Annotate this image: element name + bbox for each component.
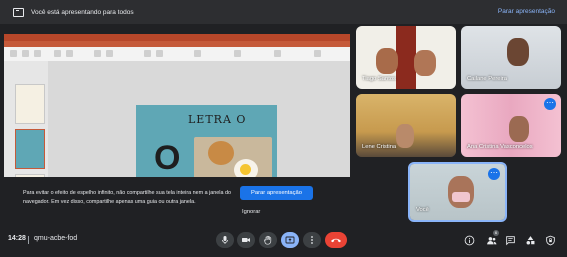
slide-thumbnail-selected [15, 129, 45, 169]
people-count-badge: 6 [493, 230, 499, 236]
camera-icon [242, 238, 250, 242]
divider [28, 236, 29, 244]
stop-presenting-button[interactable]: Parar apresentação [240, 186, 313, 200]
raise-hand-button[interactable] [259, 232, 277, 248]
slide-big-letter: O [154, 139, 181, 177]
participant-name: Tiago Santos [362, 76, 396, 82]
powerpoint-title-bar [4, 34, 350, 41]
slide-thumbnail [15, 84, 45, 124]
host-controls-button[interactable] [544, 234, 556, 246]
shield-lock-icon [545, 235, 555, 245]
activities-button[interactable] [524, 234, 536, 246]
self-view-tile[interactable]: ⋯ Você [408, 162, 507, 222]
presenting-message: Você está apresentando para todos [31, 8, 134, 16]
present-button[interactable] [281, 232, 299, 248]
present-screen-icon [285, 236, 295, 244]
mirror-warning-text: Para evitar o efeito de espelho infinito… [23, 190, 231, 205]
participant-face [376, 48, 398, 74]
info-icon [464, 235, 474, 245]
more-options-icon[interactable]: ⋯ [488, 168, 500, 180]
participant-tile[interactable]: Tiago Santos [356, 26, 456, 89]
participant-face [396, 124, 414, 148]
more-options-icon[interactable]: ⋯ [544, 98, 556, 110]
participant-tile[interactable]: Lene Cristina [356, 94, 456, 157]
leave-call-button[interactable] [325, 232, 347, 248]
meeting-details-button[interactable] [463, 234, 475, 246]
mirror-warning-panel: Para evitar o efeito de espelho infinito… [4, 177, 350, 216]
slide-title: LETRA O [188, 113, 247, 126]
participant-name: Você [416, 207, 429, 213]
participant-tile[interactable]: Cailane Pereira [461, 26, 561, 89]
microphone-icon [222, 236, 228, 244]
control-bar: 14:28 qmu-acbe-fod 6 [0, 226, 567, 257]
present-screen-icon [13, 7, 24, 17]
participant-name: Ana Cristina Vasconcelos [467, 144, 533, 150]
clock: 14:28 [8, 235, 26, 242]
camera-button[interactable] [237, 232, 255, 248]
egg-image [208, 141, 234, 165]
activities-icon [526, 235, 534, 244]
meeting-code: qmu-acbe-fod [34, 235, 78, 242]
hangup-icon [331, 238, 341, 243]
chat-button[interactable] [504, 234, 516, 246]
more-options-button[interactable] [303, 232, 321, 248]
participant-face [507, 38, 529, 66]
face-mask [452, 192, 470, 202]
people-icon [486, 236, 496, 244]
microphone-button[interactable] [216, 232, 234, 248]
more-vert-icon [311, 236, 313, 244]
powerpoint-ribbon [4, 47, 350, 61]
ignore-button[interactable]: Ignorar [242, 209, 260, 215]
stop-presenting-link[interactable]: Parar apresentação [498, 8, 555, 15]
participant-name: Cailane Pereira [467, 76, 507, 82]
participant-name: Lene Cristina [362, 144, 397, 150]
hand-icon [264, 235, 272, 245]
participant-face [509, 116, 529, 142]
participant-face [414, 50, 436, 76]
chat-icon [505, 235, 515, 245]
participant-tile[interactable]: ⋯ Ana Cristina Vasconcelos [461, 94, 561, 157]
presenting-banner: Você está apresentando para todos Parar … [0, 0, 567, 24]
